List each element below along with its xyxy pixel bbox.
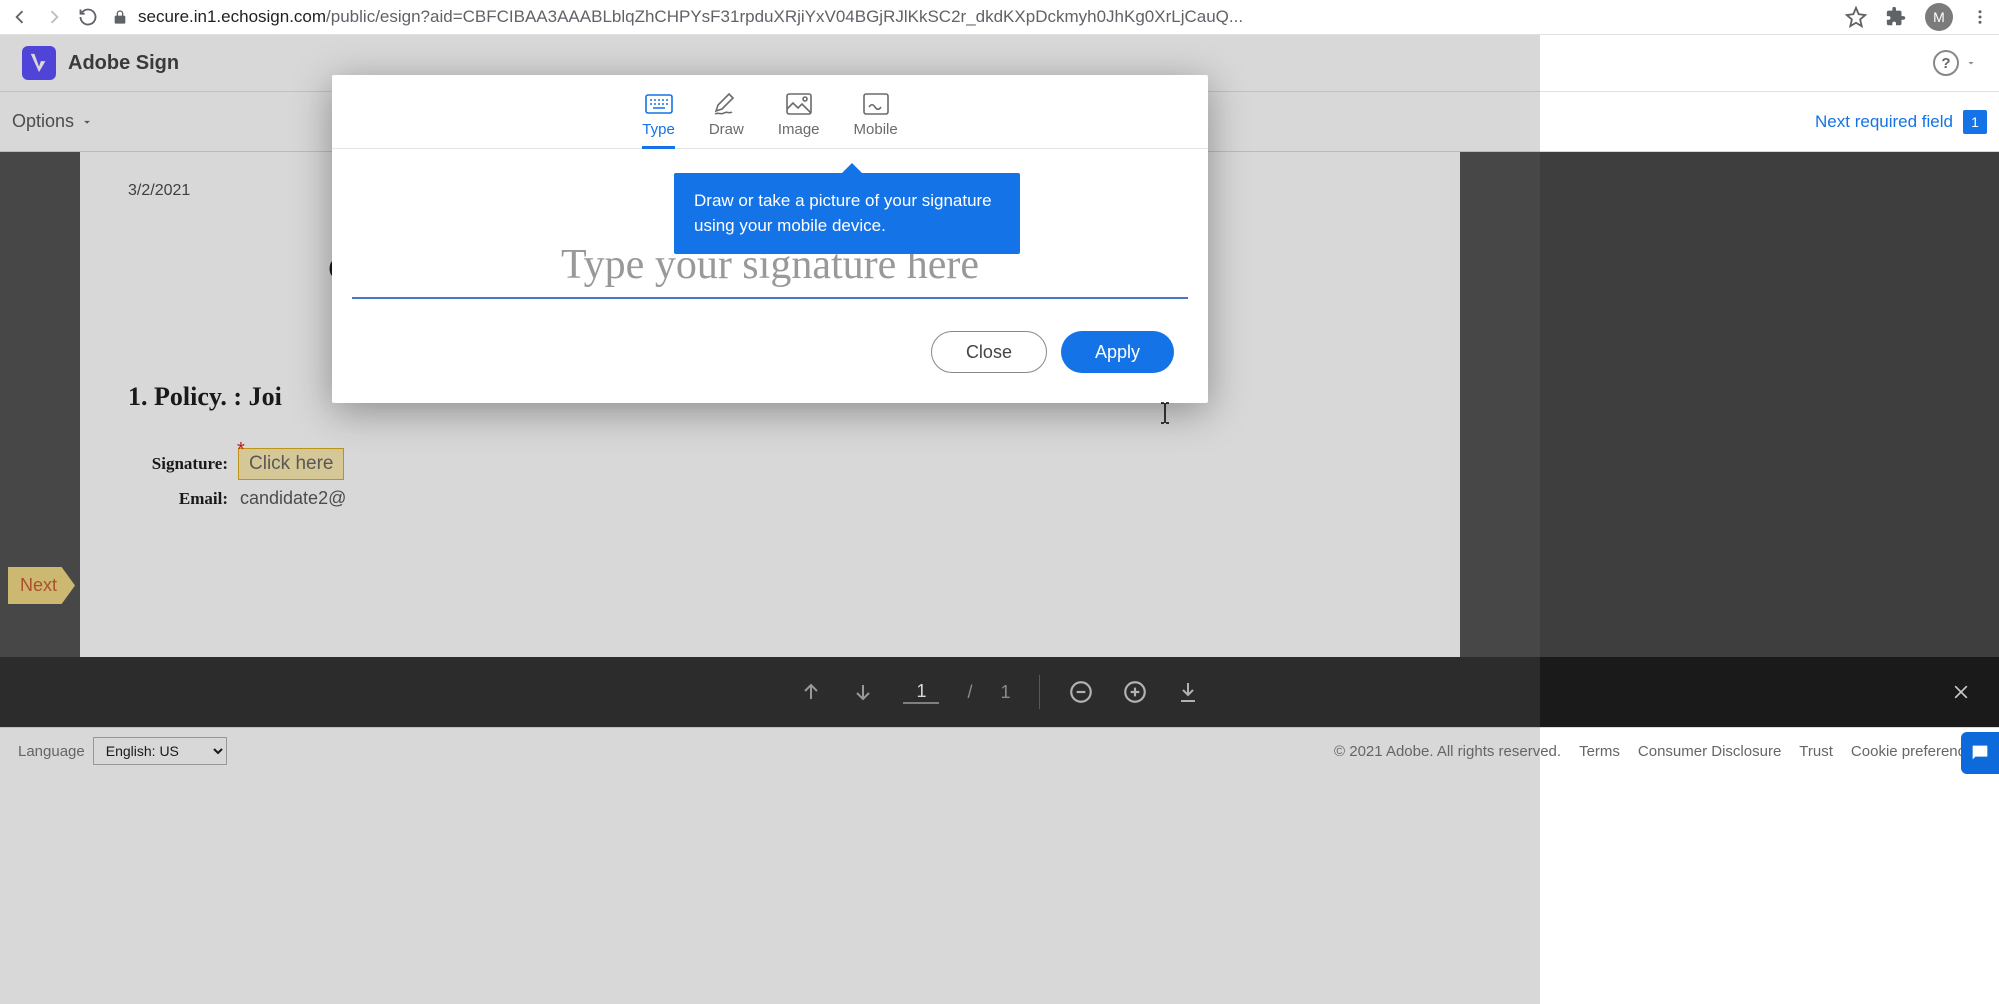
page-up-icon[interactable] <box>799 680 823 704</box>
adobe-sign-logo-icon <box>22 46 56 80</box>
signature-label: Signature: <box>128 454 228 474</box>
app-title: Adobe Sign <box>68 52 179 75</box>
close-button[interactable]: Close <box>931 331 1047 373</box>
pen-icon <box>712 93 740 115</box>
signature-tabs: Type Draw Image Mobile <box>332 75 1208 149</box>
divider <box>1039 675 1040 709</box>
terms-link[interactable]: Terms <box>1579 743 1620 760</box>
reload-button[interactable] <box>78 7 98 27</box>
page-number-input[interactable] <box>903 681 939 704</box>
image-icon <box>785 93 813 115</box>
tab-type[interactable]: Type <box>642 93 675 148</box>
close-pdf-bar-icon[interactable] <box>1951 682 1971 702</box>
tab-mobile[interactable]: Mobile <box>854 93 898 148</box>
tab-image[interactable]: Image <box>778 93 820 148</box>
required-asterisk-icon: * <box>237 439 245 462</box>
page-separator: / <box>967 682 972 703</box>
back-button[interactable] <box>10 7 30 27</box>
disclosure-link[interactable]: Consumer Disclosure <box>1638 743 1781 760</box>
zoom-out-icon[interactable] <box>1068 679 1094 705</box>
mobile-tooltip: Draw or take a picture of your signature… <box>674 173 1020 254</box>
trust-link[interactable]: Trust <box>1799 743 1833 760</box>
mobile-signature-icon <box>862 93 890 115</box>
apply-button[interactable]: Apply <box>1061 331 1174 373</box>
language-label: Language <box>18 743 85 760</box>
copyright-text: © 2021 Adobe. All rights reserved. <box>1334 743 1561 760</box>
tab-type-label: Type <box>642 121 675 138</box>
page-down-icon[interactable] <box>851 680 875 704</box>
chevron-down-icon <box>1965 57 1977 69</box>
language-select[interactable]: English: US <box>93 737 227 765</box>
keyboard-icon <box>645 93 673 115</box>
footer: Language English: US © 2021 Adobe. All r… <box>0 727 1999 774</box>
browser-toolbar: secure.in1.echosign.com/public/esign?aid… <box>0 0 1999 35</box>
url-text: secure.in1.echosign.com/public/esign?aid… <box>138 7 1243 27</box>
extensions-icon[interactable] <box>1885 6 1907 28</box>
next-flag[interactable]: Next <box>8 567 75 604</box>
help-icon: ? <box>1933 50 1959 76</box>
next-required-field[interactable]: Next required field 1 <box>1815 110 1987 134</box>
profile-avatar[interactable]: M <box>1925 3 1953 31</box>
address-bar[interactable]: secure.in1.echosign.com/public/esign?aid… <box>112 7 1831 27</box>
pdf-controls-bar: / 1 <box>0 657 1999 727</box>
tab-image-label: Image <box>778 121 820 138</box>
next-field-count-badge: 1 <box>1963 110 1987 134</box>
chat-widget-icon[interactable] <box>1961 732 1999 774</box>
kebab-menu-icon[interactable] <box>1971 8 1989 26</box>
next-field-label: Next required field <box>1815 112 1953 132</box>
signature-field[interactable]: * Click here <box>238 448 344 480</box>
email-label: Email: <box>128 489 228 509</box>
zoom-in-icon[interactable] <box>1122 679 1148 705</box>
options-label: Options <box>12 111 74 132</box>
tab-draw-label: Draw <box>709 121 744 138</box>
tab-draw[interactable]: Draw <box>709 93 744 148</box>
tab-mobile-label: Mobile <box>854 121 898 138</box>
options-dropdown[interactable]: Options <box>12 111 94 132</box>
page-total: 1 <box>1001 682 1011 703</box>
bookmark-star-icon[interactable] <box>1845 6 1867 28</box>
forward-button[interactable] <box>44 7 64 27</box>
signature-placeholder: Click here <box>249 453 333 474</box>
lock-icon <box>112 9 128 25</box>
download-icon[interactable] <box>1176 680 1200 704</box>
email-value: candidate2@ <box>240 488 346 509</box>
chevron-down-icon <box>80 115 94 129</box>
help-menu[interactable]: ? <box>1933 50 1977 76</box>
